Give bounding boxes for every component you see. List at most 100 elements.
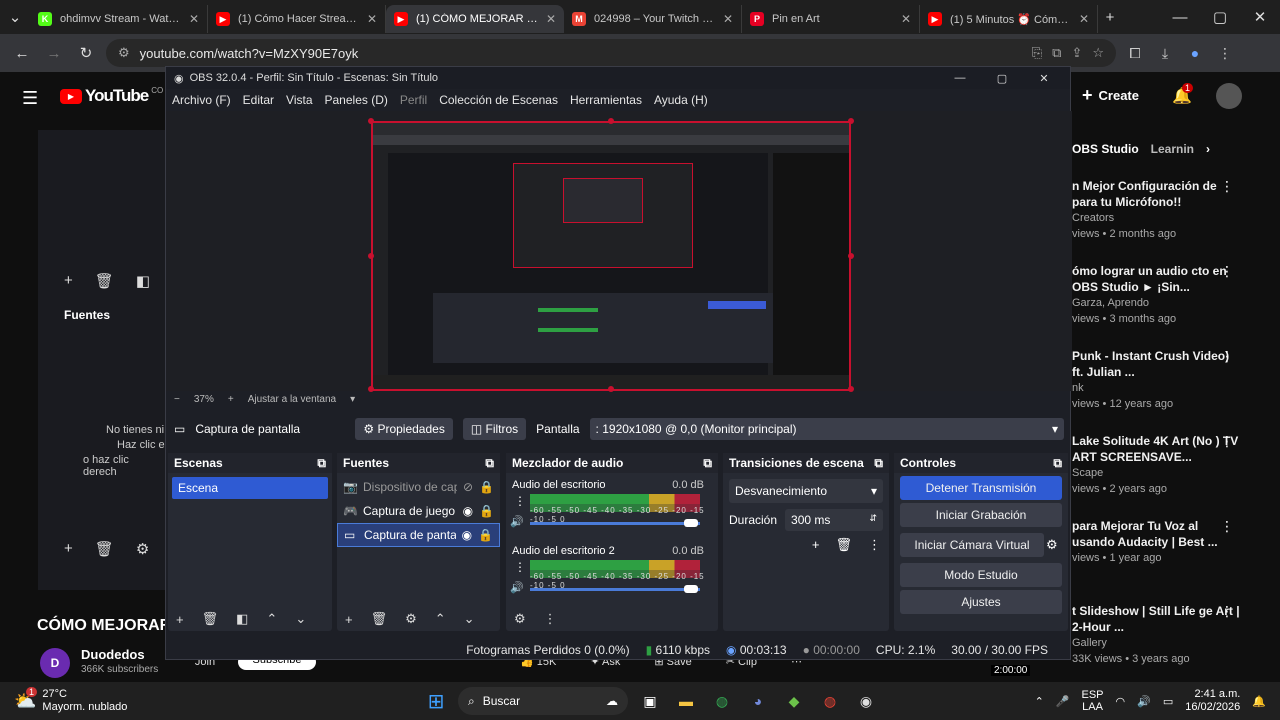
- channel-menu-icon[interactable]: ⋮: [514, 494, 526, 508]
- undock-icon[interactable]: ⧉: [1053, 456, 1062, 471]
- chevron-right-icon[interactable]: ›: [1206, 142, 1210, 156]
- undock-icon[interactable]: ⧉: [874, 456, 883, 471]
- more-options-icon[interactable]: ⋮: [1220, 603, 1234, 619]
- move-up-icon[interactable]: ⌃: [435, 611, 446, 627]
- move-down-icon[interactable]: ⌄: [464, 611, 475, 627]
- lock-icon[interactable]: 🔒: [479, 504, 494, 518]
- resize-handle-bl[interactable]: [368, 386, 374, 392]
- profile-icon[interactable]: ●: [1184, 45, 1206, 61]
- virtual-camera-settings-icon[interactable]: ⚙: [1046, 537, 1068, 553]
- minimize-icon[interactable]: —: [1160, 9, 1200, 26]
- tab-close-icon[interactable]: ✕: [901, 12, 911, 26]
- language-indicator[interactable]: ESP LAA: [1082, 689, 1104, 713]
- recommended-video[interactable]: ómo lograr un audio cto en OBS Studio ► …: [1072, 263, 1242, 327]
- weather-widget[interactable]: ⛅ 1 27°C Mayorm. nublado: [14, 686, 354, 714]
- start-virtual-camera-button[interactable]: Iniciar Cámara Virtual: [900, 533, 1044, 557]
- volume-slider-knob[interactable]: [684, 585, 698, 593]
- zoom-in-icon[interactable]: +: [228, 394, 234, 405]
- remove-transition-icon[interactable]: 🗑: [835, 537, 852, 553]
- source-item[interactable]: 🎮 Captura de juego ◉ 🔒: [337, 499, 500, 523]
- visible-eye-icon[interactable]: ◉: [462, 528, 472, 542]
- resize-handle-mr[interactable]: [848, 253, 854, 259]
- more-options-icon[interactable]: ⋮: [1220, 518, 1234, 534]
- scene-item[interactable]: Escena: [172, 477, 328, 499]
- browser-tab[interactable]: ▶ (1) CÓMO MEJORAR EL ✕: [386, 5, 564, 33]
- resize-handle-br[interactable]: [848, 386, 854, 392]
- stop-streaming-button[interactable]: Detener Transmisión: [900, 476, 1062, 500]
- remove-scene-icon[interactable]: 🗑: [202, 611, 219, 627]
- clock[interactable]: 2:41 a.m. 16/02/2026: [1185, 688, 1240, 714]
- obs-menu-item[interactable]: Archivo (F): [172, 93, 231, 107]
- visible-eye-icon[interactable]: ◉: [463, 504, 473, 518]
- account-avatar[interactable]: [1216, 83, 1242, 109]
- obs-taskbar-icon[interactable]: ◉: [853, 688, 879, 714]
- browser-tab[interactable]: ▶ (1) 5 Minutos ⏰ Cómo ha ✕: [920, 5, 1098, 33]
- browser-tab[interactable]: ▶ (1) Cómo Hacer Streams en ✕: [208, 5, 386, 33]
- create-button[interactable]: + Create: [1082, 85, 1139, 106]
- move-up-icon[interactable]: ⌃: [266, 611, 277, 627]
- channel-avatar[interactable]: D: [40, 648, 70, 678]
- undock-icon[interactable]: ⧉: [703, 456, 712, 471]
- download-icon[interactable]: ⤓: [1154, 45, 1176, 62]
- volume-slider[interactable]: [530, 522, 700, 525]
- extensions-icon[interactable]: ⧠: [1124, 45, 1146, 62]
- tab-close-icon[interactable]: ✕: [723, 12, 733, 26]
- obs-menu-item[interactable]: Vista: [286, 93, 312, 107]
- lock-icon[interactable]: 🔒: [479, 480, 494, 494]
- chrome-menu-icon[interactable]: ⋮: [1214, 45, 1236, 62]
- tab-close-icon[interactable]: ✕: [367, 12, 377, 26]
- more-options-icon[interactable]: ⋮: [1220, 263, 1234, 279]
- source-item[interactable]: 📷 Dispositivo de cap ⊘ 🔒: [337, 475, 500, 499]
- obs-minimize-icon[interactable]: —: [942, 72, 978, 84]
- add-transition-icon[interactable]: +: [812, 537, 820, 553]
- more-options-icon[interactable]: ⋮: [1220, 348, 1234, 364]
- tray-overflow-icon[interactable]: ⌃: [1035, 695, 1044, 708]
- close-icon[interactable]: ✕: [1240, 8, 1280, 26]
- task-view-icon[interactable]: ▣: [637, 688, 663, 714]
- browser-tab[interactable]: P Pin en Art ✕: [742, 5, 920, 33]
- wifi-icon[interactable]: ◠: [1116, 695, 1126, 708]
- recommended-video[interactable]: para Mejorar Tu Voz al usando Audacity |…: [1072, 518, 1242, 566]
- battery-icon[interactable]: ▭: [1163, 695, 1173, 708]
- hamburger-menu-icon[interactable]: ☰: [22, 88, 38, 109]
- tab-close-icon[interactable]: ✕: [1079, 12, 1089, 26]
- more-options-icon[interactable]: ⋮: [1220, 433, 1234, 449]
- maximize-icon[interactable]: ▢: [1200, 8, 1240, 26]
- obs-menu-item[interactable]: Paneles (D): [325, 93, 388, 107]
- undock-icon[interactable]: ⧉: [317, 456, 326, 471]
- volume-icon[interactable]: 🔊: [1137, 695, 1151, 708]
- recommended-video[interactable]: t Slideshow | Still Life ge Art | 2-Hour…: [1072, 603, 1242, 667]
- obs-menu-item[interactable]: Herramientas: [570, 93, 642, 107]
- studio-mode-button[interactable]: Modo Estudio: [900, 563, 1062, 587]
- taskbar-search[interactable]: ⌕ Buscar ☁: [458, 687, 628, 715]
- obs-menu-item[interactable]: Ayuda (H): [654, 93, 708, 107]
- settings-button[interactable]: Ajustes: [900, 590, 1062, 614]
- youtube-logo[interactable]: ▶ YouTube CO: [60, 86, 163, 106]
- lock-icon[interactable]: 🔒: [478, 528, 493, 542]
- chrome-icon[interactable]: ◍: [709, 688, 735, 714]
- properties-button[interactable]: ⚙ Propiedades: [355, 418, 453, 440]
- speaker-icon[interactable]: 🔊: [510, 515, 524, 528]
- notification-icon[interactable]: 🔔: [1252, 695, 1266, 708]
- obs-close-icon[interactable]: ✕: [1026, 72, 1062, 85]
- recommended-video[interactable]: Punk - Instant Crush Video) ft. Julian .…: [1072, 348, 1242, 412]
- site-info-icon[interactable]: ⚙: [118, 45, 130, 61]
- source-settings-icon[interactable]: ⚙: [405, 611, 417, 627]
- obs-preview[interactable]: [166, 111, 1072, 392]
- obs-menu-item[interactable]: Editar: [243, 93, 274, 107]
- file-explorer-icon[interactable]: ▬: [673, 688, 699, 714]
- start-recording-button[interactable]: Iniciar Grabación: [900, 503, 1062, 527]
- add-source-icon[interactable]: +: [345, 612, 353, 627]
- new-tab-button[interactable]: +: [1098, 9, 1122, 26]
- chip-learning[interactable]: Learnin: [1151, 142, 1194, 156]
- resize-handle-ml[interactable]: [368, 253, 374, 259]
- recommended-video[interactable]: n Mejor Configuración de para tu Micrófo…: [1072, 178, 1242, 242]
- chip-obs-studio[interactable]: OBS Studio: [1072, 142, 1139, 156]
- tab-search-chevron-icon[interactable]: ⌄: [0, 8, 30, 26]
- windows-start-icon[interactable]: ⊞: [423, 688, 449, 714]
- tab-close-icon[interactable]: ✕: [189, 12, 199, 26]
- advanced-audio-icon[interactable]: ⚙: [514, 611, 526, 627]
- obs-menu-item[interactable]: Perfil: [400, 93, 427, 107]
- resize-handle-tl[interactable]: [368, 118, 374, 124]
- tab-close-icon[interactable]: ✕: [546, 12, 556, 26]
